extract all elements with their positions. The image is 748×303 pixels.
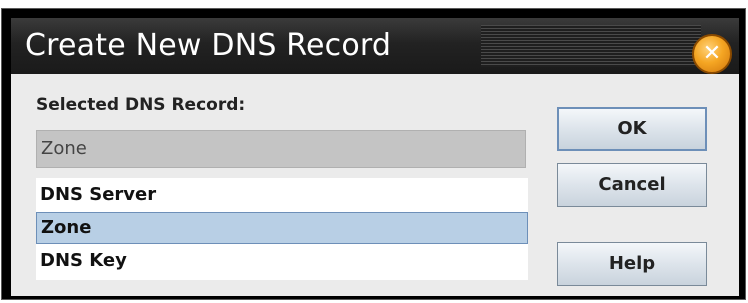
dialog-content: Selected DNS Record: Zone DNS Server Zon… — [11, 74, 739, 296]
title-bar[interactable]: Create New DNS Record — [11, 18, 739, 74]
dns-record-type-list[interactable]: DNS Server Zone DNS Key — [36, 178, 528, 280]
dialog-title: Create New DNS Record — [25, 28, 392, 63]
selected-record-label: Selected DNS Record: — [36, 95, 246, 115]
title-bar-grip — [481, 25, 701, 67]
list-item-zone[interactable]: Zone — [36, 212, 528, 244]
list-item-dns-server[interactable]: DNS Server — [36, 180, 528, 212]
close-icon: ✕ — [702, 41, 722, 66]
create-dns-record-dialog: Create New DNS Record ✕ Selected DNS Rec… — [0, 0, 748, 303]
ok-button[interactable]: OK — [557, 107, 707, 151]
list-item-dns-key[interactable]: DNS Key — [36, 246, 528, 278]
selected-record-field: Zone — [36, 130, 526, 168]
cancel-button[interactable]: Cancel — [557, 163, 707, 207]
close-button[interactable]: ✕ — [692, 34, 732, 74]
help-button[interactable]: Help — [557, 242, 707, 286]
